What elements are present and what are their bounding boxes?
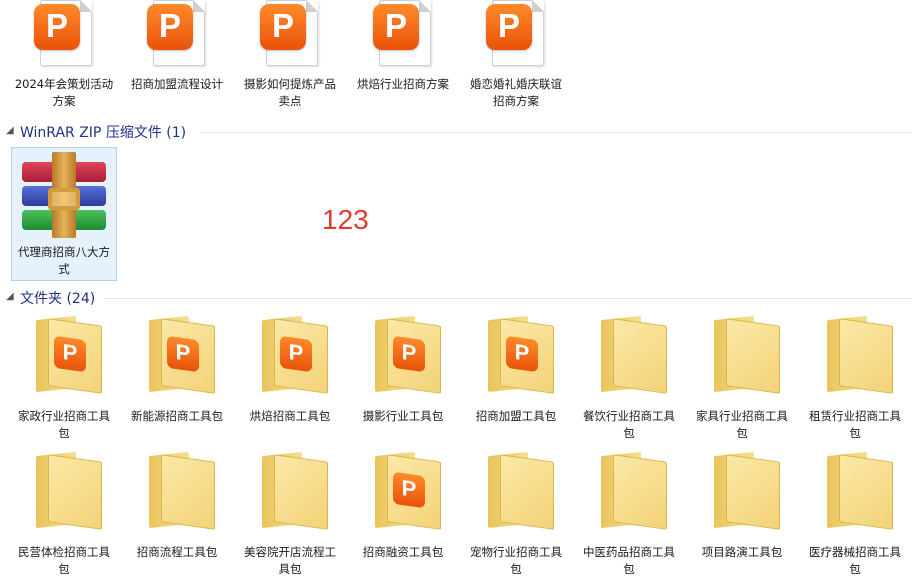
ppt-file-icon: P (365, 0, 441, 76)
ppt-file-icon: P (139, 0, 215, 76)
file-item[interactable]: P 婚恋婚礼婚庆联谊招商方案 (462, 0, 570, 110)
folder-item[interactable]: 医疗器械招商工具包 (801, 448, 909, 578)
group-title: WinRAR ZIP 压缩文件 (1) (20, 125, 187, 141)
folder-item[interactable]: 招商流程工具包 (123, 448, 231, 561)
folder-item[interactable]: 宠物行业招商工具包 (462, 448, 570, 578)
file-item[interactable]: P 烘焙行业招商方案 (349, 0, 457, 93)
folder-icon (478, 448, 554, 544)
folder-icon (139, 448, 215, 544)
group-header-winrar[interactable]: ◢ WinRAR ZIP 压缩文件 (1) (0, 122, 918, 142)
folder-item[interactable]: 美容院开店流程工具包 (236, 448, 344, 578)
ppt-file-icon: P (478, 0, 554, 76)
folder-icon (252, 448, 328, 544)
folder-label: 宠物行业招商工具包 (470, 545, 562, 576)
folder-item[interactable]: P 摄影行业工具包 (349, 312, 457, 425)
collapse-arrow-icon[interactable]: ◢ (6, 291, 14, 302)
folder-label: 烘焙招商工具包 (249, 409, 331, 423)
folder-label: 家具行业招商工具包 (696, 409, 788, 440)
folder-icon (817, 448, 893, 544)
file-item[interactable]: P 2024年会策划活动方案 (10, 0, 118, 110)
folder-icon (591, 448, 667, 544)
folder-icon (704, 312, 780, 408)
folder-item[interactable]: 餐饮行业招商工具包 (575, 312, 683, 442)
folder-icon (26, 448, 102, 544)
folder-icon: P (478, 312, 554, 408)
folder-item[interactable]: P 家政行业招商工具包 (10, 312, 118, 442)
file-label: 烘焙行业招商方案 (357, 77, 449, 91)
folder-icon: P (252, 312, 328, 408)
folder-item[interactable]: 家具行业招商工具包 (688, 312, 796, 442)
folder-item[interactable]: 中医药品招商工具包 (575, 448, 683, 578)
folder-label: 新能源招商工具包 (131, 409, 223, 423)
winrar-archive-icon (18, 152, 110, 238)
folder-icon: P (26, 312, 102, 408)
folder-item[interactable]: 租赁行业招商工具包 (801, 312, 909, 442)
group-title: 文件夹 (24) (20, 291, 96, 307)
file-item[interactable]: P 招商加盟流程设计 (123, 0, 231, 93)
folder-icon (704, 448, 780, 544)
file-label: 招商加盟流程设计 (131, 77, 223, 91)
file-item[interactable]: P 摄影如何提炼产品卖点 (236, 0, 344, 110)
folder-label: 医疗器械招商工具包 (809, 545, 901, 576)
folder-label: 招商流程工具包 (136, 545, 218, 559)
folder-label: 招商加盟工具包 (475, 409, 557, 423)
folder-item[interactable]: 民营体检招商工具包 (10, 448, 118, 578)
file-label: 代理商招商八大方式 (18, 245, 110, 276)
folder-label: 美容院开店流程工具包 (244, 545, 336, 576)
ppt-file-icon: P (252, 0, 328, 76)
folder-item[interactable]: 项目路演工具包 (688, 448, 796, 561)
file-label: 婚恋婚礼婚庆联谊招商方案 (470, 77, 562, 108)
folder-label: 餐饮行业招商工具包 (583, 409, 675, 440)
folder-label: 项目路演工具包 (701, 545, 783, 559)
collapse-arrow-icon[interactable]: ◢ (6, 125, 14, 136)
folder-item[interactable]: P 招商融资工具包 (349, 448, 457, 561)
folder-label: 招商融资工具包 (362, 545, 444, 559)
folder-item[interactable]: P 烘焙招商工具包 (236, 312, 344, 425)
folder-icon: P (365, 312, 441, 408)
group-divider (104, 298, 912, 299)
folder-label: 租赁行业招商工具包 (809, 409, 901, 440)
folder-item[interactable]: P 新能源招商工具包 (123, 312, 231, 425)
file-label: 摄影如何提炼产品卖点 (244, 77, 336, 108)
folder-icon (591, 312, 667, 408)
folder-label: 中医药品招商工具包 (583, 545, 675, 576)
folder-icon: P (139, 312, 215, 408)
file-label: 2024年会策划活动方案 (14, 77, 114, 108)
folder-icon: P (365, 448, 441, 544)
group-divider (200, 132, 912, 133)
ppt-file-icon: P (26, 0, 102, 76)
folder-label: 摄影行业工具包 (362, 409, 444, 423)
zip-file-item[interactable]: 代理商招商八大方式 (11, 147, 117, 281)
folder-item[interactable]: P 招商加盟工具包 (462, 312, 570, 425)
folder-icon (817, 312, 893, 408)
folder-label: 民营体检招商工具包 (18, 545, 110, 576)
folder-label: 家政行业招商工具包 (18, 409, 110, 440)
annotation-text: 123 (322, 204, 369, 235)
group-header-folders[interactable]: ◢ 文件夹 (24) (0, 288, 918, 308)
